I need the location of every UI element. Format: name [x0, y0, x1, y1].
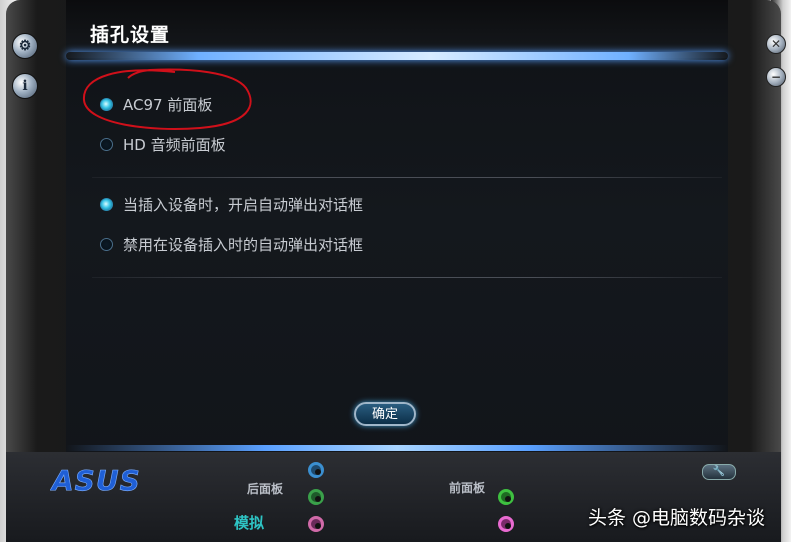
watermark: 头条 @电脑数码杂谈 [588, 507, 766, 529]
separator [92, 277, 722, 278]
separator [92, 177, 722, 178]
asus-logo: ASUS [50, 466, 141, 494]
ok-button[interactable]: 确定 [354, 402, 416, 426]
radio-enable-popup[interactable] [100, 197, 113, 211]
option-hd-front-panel[interactable]: HD 音频前面板 [100, 134, 226, 154]
minimize-icon[interactable]: − [766, 67, 786, 87]
option-enable-popup[interactable]: 当插入设备时，开启自动弹出对话框 [100, 194, 363, 214]
front-headphone-jack[interactable] [498, 489, 514, 505]
dialog-title: 插孔设置 [90, 24, 171, 46]
rear-line-out-jack[interactable] [308, 489, 324, 505]
option-disable-popup[interactable]: 禁用在设备插入时的自动弹出对话框 [100, 234, 363, 254]
option-label: 当插入设备时，开启自动弹出对话框 [123, 195, 364, 214]
front-panel-label: 前面板 [449, 481, 486, 495]
red-annotation-circle [82, 68, 252, 130]
analog-label: 模拟 [234, 514, 265, 532]
radio-hd[interactable] [100, 137, 113, 151]
info-icon[interactable]: i [12, 73, 38, 99]
settings-gear-icon[interactable]: ⚙ [12, 33, 38, 59]
option-label: HD 音频前面板 [123, 135, 226, 154]
rear-panel-label: 后面板 [247, 482, 284, 496]
option-label: 禁用在设备插入时的自动弹出对话框 [123, 235, 364, 254]
title-glow-line [66, 52, 728, 60]
rear-mic-jack[interactable] [308, 516, 324, 532]
bottom-glow-line [66, 445, 728, 451]
close-icon[interactable]: ✕ [766, 34, 786, 54]
wrench-settings-icon[interactable]: 🔧 [702, 464, 736, 480]
svg-text:ASUS: ASUS [50, 466, 141, 494]
front-mic-jack[interactable] [498, 516, 514, 532]
rear-line-in-jack[interactable] [308, 462, 324, 478]
radio-disable-popup[interactable] [100, 237, 113, 251]
